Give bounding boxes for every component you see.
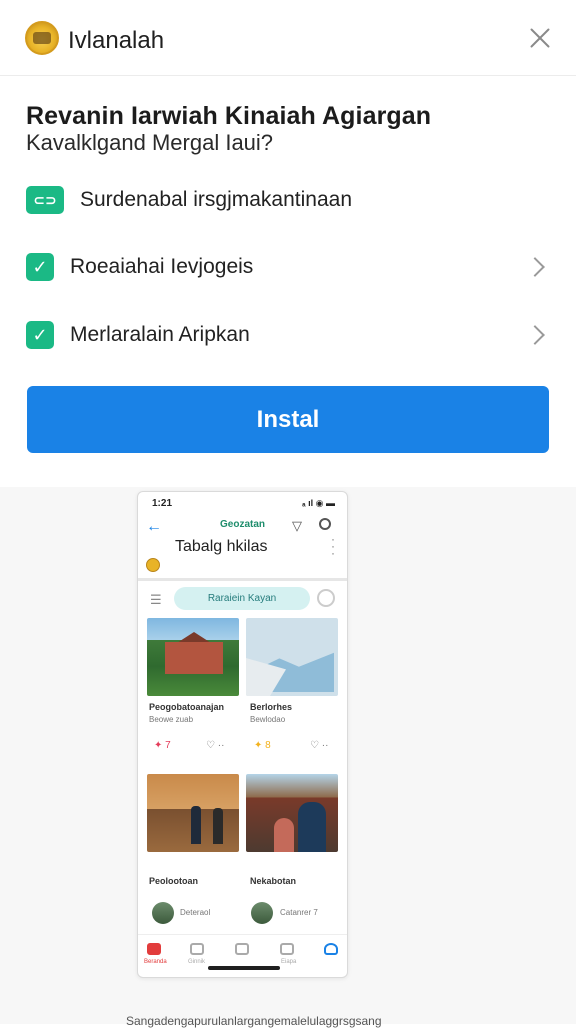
install-button[interactable]: Instal [27, 386, 549, 453]
profile-icon [324, 943, 338, 955]
refresh-icon [317, 589, 335, 607]
card-actions: ♡ ·· [206, 740, 225, 751]
nav-label: Ginnik [188, 959, 206, 965]
gallery-icon [235, 943, 249, 955]
phone-screenshot-preview: 1:21 ₐ ıl ◉ ▬ ← Geozatan ▽ Tabalg hkilas… [137, 491, 348, 978]
back-arrow-icon: ← [146, 518, 162, 535]
top-bar: Ivlanalah [0, 0, 576, 76]
card-caption: Berlorhes [250, 702, 293, 712]
home-icon [147, 943, 161, 955]
phone-status-bar: 1:21 ₐ ıl ◉ ▬ [138, 492, 347, 514]
category-pill: Raraiein Kayan [174, 587, 310, 610]
author-avatar [251, 902, 273, 924]
card-caption: Peolootoan [149, 876, 198, 886]
divider [138, 578, 347, 581]
search-icon [319, 518, 331, 530]
more-icon: · · · [331, 532, 335, 560]
link-icon: ⊂⊃ [26, 186, 64, 214]
page-subtitle: Kavalklgand Mergal Iaui? [26, 130, 274, 155]
menu-icon: ☰ [150, 592, 162, 607]
author-name: Deteraol [180, 908, 211, 917]
card-image [147, 618, 239, 696]
option-row-2[interactable]: ✓ Roeaiahai Ievjogeis [26, 250, 550, 284]
option-label: Roeaiahai Ievjogeis [70, 255, 254, 278]
nav-label: Beranda [144, 959, 167, 965]
nav-label: Eiapa [281, 959, 297, 965]
page-title: Revanin Iarwiah Kinaiah Agiargan [26, 102, 432, 130]
card-actions: ✦ 8 [254, 740, 271, 751]
card-subtitle: Beowe zuab [149, 715, 194, 724]
card-actions: ✦ 7 [154, 740, 171, 751]
chat-icon [280, 943, 294, 955]
card-caption: Nekabotan [250, 876, 297, 886]
chevron-right-icon [525, 257, 545, 277]
option-label: Merlaralain Aripkan [70, 323, 250, 346]
close-icon[interactable] [526, 24, 554, 52]
app-name: Ivlanalah [68, 27, 165, 54]
author-avatar [152, 902, 174, 924]
option-label: Surdenabal irsgjmakantinaan [80, 188, 353, 211]
card-caption: Peogobatoanajan [149, 702, 225, 712]
app-logo-icon [25, 21, 59, 55]
phone-time: 1:21 [152, 498, 173, 509]
explore-icon [190, 943, 204, 955]
card-actions: ♡ ·· [310, 740, 329, 751]
filter-icon: ▽ [292, 518, 302, 533]
check-icon[interactable]: ✓ [26, 321, 54, 349]
avatar [146, 558, 160, 572]
chevron-right-icon [525, 325, 545, 345]
phone-bottom-nav: Beranda Ginnik Eiapa [138, 934, 347, 977]
check-icon[interactable]: ✓ [26, 253, 54, 281]
card-image [246, 618, 338, 696]
phone-brand: Geozatan [220, 519, 266, 530]
card-image [246, 774, 338, 852]
option-row-3[interactable]: ✓ Merlaralain Aripkan [26, 318, 550, 352]
phone-screen-title: Tabalg hkilas [175, 538, 268, 555]
footer-text: Sangadengapurulanlargangemalelulaggrsgsa… [126, 1014, 382, 1028]
option-row-1[interactable]: ⊂⊃ Surdenabal irsgjmakantinaan [26, 183, 550, 217]
card-image [147, 774, 239, 852]
home-indicator [208, 966, 280, 970]
signal-icon: ₐ ıl ◉ ▬ [302, 498, 335, 508]
author-name: Catanrer 7 [280, 908, 318, 917]
card-subtitle: Bewlodao [250, 715, 286, 724]
